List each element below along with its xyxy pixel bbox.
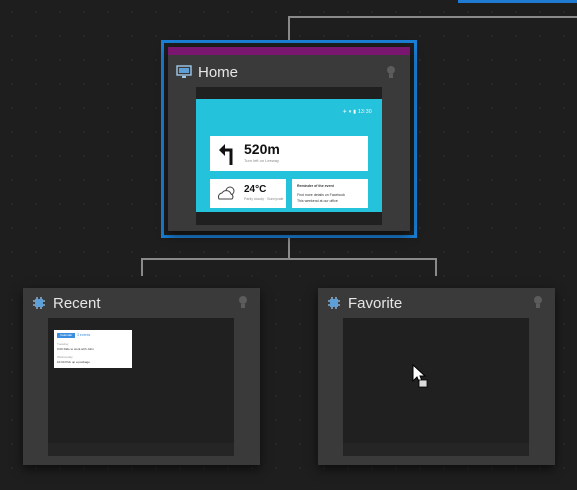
lightbulb-icon[interactable] — [386, 66, 396, 79]
recent-card-header: Recent — [23, 288, 260, 318]
connector-home-down — [288, 238, 290, 258]
message-tile: Reminder of the event Find more details … — [292, 179, 368, 208]
device-chip-icon — [328, 297, 340, 309]
turn-left-arrow-icon — [219, 144, 233, 165]
favorite-screen-preview[interactable] — [343, 318, 529, 456]
lightbulb-icon[interactable] — [238, 296, 248, 309]
monitor-icon — [176, 65, 192, 78]
calendar-line: Tuesday — [57, 342, 69, 346]
recent-screen-card[interactable]: Recent Calendar 3 events Tuesday 9:00 Ri… — [23, 288, 260, 465]
top-right-accent — [458, 0, 577, 3]
home-card-strip — [168, 47, 410, 55]
recent-preview-footer — [48, 443, 234, 456]
connector-recent — [141, 258, 143, 276]
partly-cloudy-icon — [217, 186, 235, 200]
hand-cursor-icon — [412, 364, 428, 388]
weather-tile: 24°C Partly cloudy · Sunnyvale — [210, 179, 286, 208]
calendar-line: 10:00 Pick up a package — [57, 360, 90, 364]
connector-favorite — [435, 258, 437, 276]
message-line: Find more details on Facebook — [297, 193, 346, 197]
weather-subtitle: Partly cloudy · Sunnyvale — [244, 197, 284, 201]
device-chip-icon — [33, 297, 45, 309]
message-title: Reminder of the event — [297, 184, 334, 188]
message-line: This weekend at our office — [297, 199, 338, 203]
recent-screen-preview[interactable]: Calendar 3 events Tuesday 9:00 Ride to w… — [48, 318, 234, 456]
connector-top-vertical — [288, 16, 290, 42]
calendar-tile: Calendar 3 events Tuesday 9:00 Ride to w… — [54, 330, 132, 368]
weather-temperature: 24°C — [244, 184, 267, 195]
calendar-line: 9:00 Ride to work with John — [57, 347, 94, 351]
favorite-preview-footer — [343, 443, 529, 456]
calendar-badge: Calendar — [57, 333, 76, 338]
home-card-header: Home — [168, 57, 410, 87]
calendar-tag: 3 events — [77, 333, 91, 337]
home-screen-background: ✈ ▾ ▮ 13:30 520m Turn left on Leeway 24°… — [196, 99, 382, 212]
favorite-card-header: Favorite — [318, 288, 555, 318]
favorite-card-title: Favorite — [348, 295, 403, 312]
home-card-title: Home — [198, 64, 239, 81]
lightbulb-icon[interactable] — [533, 296, 543, 309]
calendar-line: Wednesday — [57, 355, 73, 359]
home-screen-preview[interactable]: ✈ ▾ ▮ 13:30 520m Turn left on Leeway 24°… — [196, 87, 382, 225]
connector-top-horizontal — [288, 16, 577, 18]
connector-branch — [141, 258, 437, 260]
status-bar: ✈ ▾ ▮ 13:30 — [342, 109, 372, 115]
navigation-subtitle: Turn left on Leeway — [244, 158, 279, 163]
recent-card-title: Recent — [53, 295, 101, 312]
favorite-screen-card[interactable]: Favorite — [318, 288, 555, 465]
home-screen-card[interactable]: Home ✈ ▾ ▮ 13:30 520m Turn left on Leewa… — [168, 47, 410, 231]
navigation-tile: 520m Turn left on Leeway — [210, 136, 368, 171]
navigation-distance: 520m — [244, 141, 280, 157]
